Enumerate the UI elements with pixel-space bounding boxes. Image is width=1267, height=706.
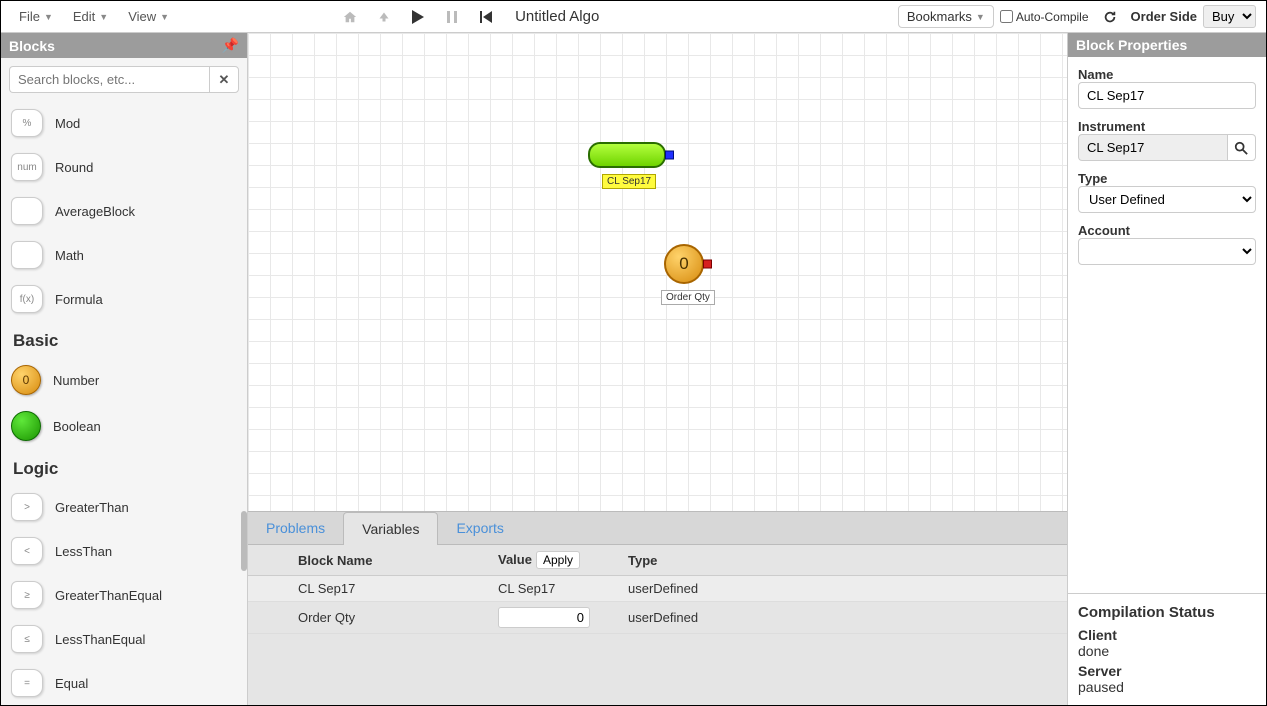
block-list[interactable]: %Mod numRound AverageBlock Math f(x)Form…	[1, 101, 247, 705]
table-row[interactable]: Order Qty userDefined	[248, 602, 1067, 634]
clear-search-button[interactable]: ✕	[209, 66, 239, 93]
gt-icon: >	[11, 493, 43, 521]
col-type: Type	[618, 545, 1067, 576]
apply-button[interactable]: Apply	[536, 551, 580, 569]
block-item-round[interactable]: numRound	[1, 145, 247, 189]
blocks-panel: Blocks 📌 ✕ %Mod numRound AverageBlock Ma…	[1, 33, 248, 705]
bottom-tabs: Problems Variables Exports	[248, 512, 1067, 545]
order-qty-block-label: Order Qty	[661, 290, 715, 305]
lte-icon: ≤	[11, 625, 43, 653]
variables-table: Block Name ValueApply Type CL Sep17 CL S…	[248, 545, 1067, 634]
table-row[interactable]: CL Sep17 CL Sep17 userDefined	[248, 576, 1067, 602]
lt-icon: <	[11, 537, 43, 565]
design-canvas[interactable]: CL Sep17 0 Order Qty	[248, 33, 1067, 511]
order-qty-value-input[interactable]	[498, 607, 590, 628]
menu-view[interactable]: View▼	[120, 5, 177, 28]
block-item-number[interactable]: 0Number	[1, 357, 247, 403]
type-select[interactable]: User Defined	[1078, 186, 1256, 213]
average-icon	[11, 197, 43, 225]
caret-icon: ▼	[160, 12, 169, 22]
refresh-icon[interactable]	[1100, 7, 1120, 27]
tab-problems[interactable]: Problems	[248, 512, 343, 544]
instrument-label: Instrument	[1078, 119, 1145, 134]
bottom-panel: Problems Variables Exports Block Name Va…	[248, 511, 1067, 705]
name-label: Name	[1078, 67, 1113, 82]
block-item-math[interactable]: Math	[1, 233, 247, 277]
play-icon[interactable]	[408, 7, 428, 27]
order-side-label: Order Side	[1131, 9, 1197, 24]
tab-exports[interactable]: Exports	[438, 512, 521, 544]
caret-icon: ▼	[976, 12, 985, 22]
round-icon: num	[11, 153, 43, 181]
center-column: CL Sep17 0 Order Qty Problems Variables …	[248, 33, 1067, 705]
properties-header: Block Properties	[1068, 33, 1266, 57]
block-item-lt[interactable]: <LessThan	[1, 529, 247, 573]
block-item-formula[interactable]: f(x)Formula	[1, 277, 247, 321]
auto-compile-checkbox[interactable]	[1000, 10, 1013, 23]
eq-icon: =	[11, 669, 43, 697]
home-icon[interactable]	[340, 7, 360, 27]
caret-icon: ▼	[99, 12, 108, 22]
boolean-icon	[11, 411, 41, 441]
properties-panel: Block Properties Name Instrument	[1067, 33, 1266, 705]
search-icon	[1234, 141, 1248, 155]
block-item-mod[interactable]: %Mod	[1, 101, 247, 145]
auto-compile-toggle[interactable]: Auto-Compile	[1000, 10, 1089, 24]
pin-icon[interactable]: 📌	[222, 37, 239, 54]
output-port[interactable]	[665, 151, 674, 160]
block-item-lte[interactable]: ≤LessThanEqual	[1, 617, 247, 661]
block-item-gte[interactable]: ≥GreaterThanEqual	[1, 573, 247, 617]
category-basic: Basic	[1, 321, 247, 357]
up-arrow-icon[interactable]	[374, 7, 394, 27]
algo-title: Untitled Algo	[515, 8, 599, 25]
instrument-search-button[interactable]	[1228, 134, 1256, 161]
blocks-panel-header: Blocks 📌	[1, 33, 247, 58]
instrument-block-label: CL Sep17	[602, 174, 656, 189]
block-item-gt[interactable]: >GreaterThan	[1, 485, 247, 529]
compilation-status: Compilation Status Client done Server pa…	[1068, 593, 1266, 705]
account-label: Account	[1078, 223, 1130, 238]
tab-variables[interactable]: Variables	[343, 512, 438, 545]
bookmarks-button[interactable]: Bookmarks▼	[898, 5, 994, 28]
math-icon	[11, 241, 43, 269]
number-icon: 0	[11, 365, 41, 395]
order-side-select[interactable]: Buy	[1203, 5, 1256, 28]
menu-edit[interactable]: Edit▼	[65, 5, 116, 28]
skip-back-icon[interactable]	[476, 7, 496, 27]
menubar: File▼ Edit▼ View▼ Untitled Algo Bookmark…	[1, 1, 1266, 33]
gte-icon: ≥	[11, 581, 43, 609]
mod-icon: %	[11, 109, 43, 137]
caret-icon: ▼	[44, 12, 53, 22]
col-block-name: Block Name	[288, 545, 488, 576]
account-select[interactable]	[1078, 238, 1256, 265]
category-logic: Logic	[1, 449, 247, 485]
scrollbar-thumb[interactable]	[241, 511, 247, 571]
block-item-boolean[interactable]: Boolean	[1, 403, 247, 449]
col-value: ValueApply	[488, 545, 618, 576]
type-label: Type	[1078, 171, 1107, 186]
menu-file[interactable]: File▼	[11, 5, 61, 28]
pause-icon[interactable]	[442, 7, 462, 27]
name-input[interactable]	[1078, 82, 1256, 109]
canvas-order-qty-block[interactable]: 0 Order Qty	[664, 244, 715, 305]
output-port[interactable]	[703, 260, 712, 269]
instrument-input[interactable]	[1078, 134, 1228, 161]
blocks-search-input[interactable]	[9, 66, 209, 93]
formula-icon: f(x)	[11, 285, 43, 313]
block-item-eq[interactable]: =Equal	[1, 661, 247, 705]
canvas-instrument-block[interactable]: CL Sep17	[588, 142, 666, 189]
block-item-average[interactable]: AverageBlock	[1, 189, 247, 233]
